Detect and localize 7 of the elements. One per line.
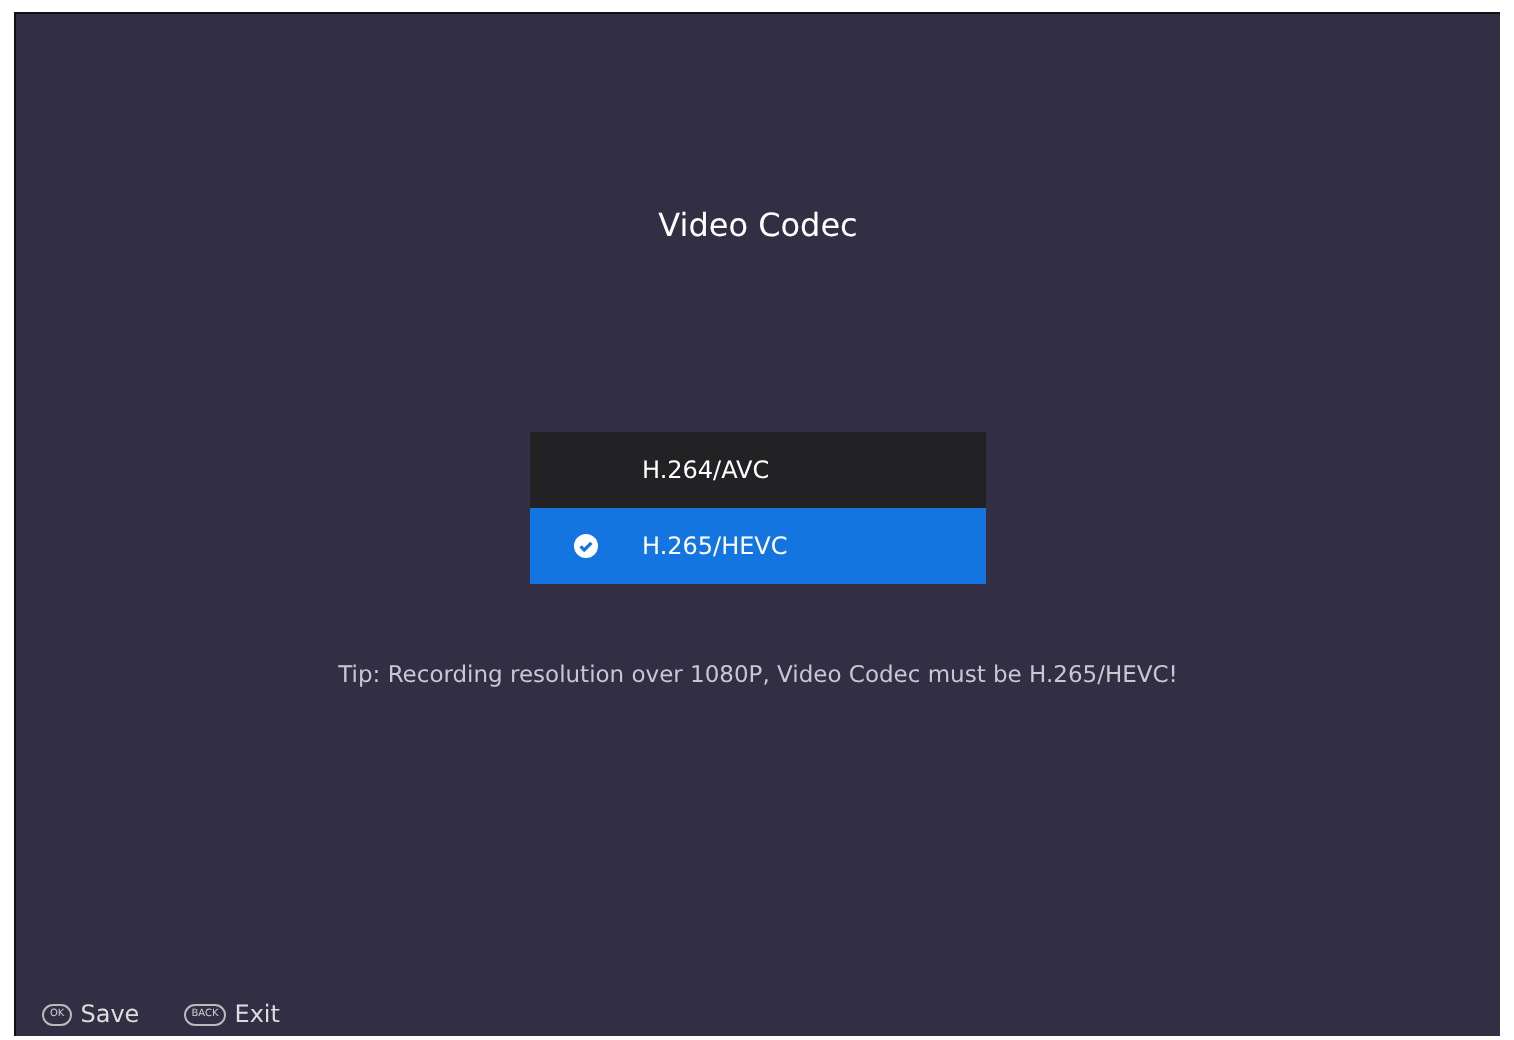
codec-option[interactable]: H.265/HEVC — [530, 508, 986, 584]
tip-text: Tip: Recording resolution over 1080P, Video Codec must be H.265/HEVC! — [338, 660, 1178, 688]
hint-label: Save — [80, 1000, 140, 1028]
check-circle-icon — [574, 534, 598, 558]
hint-label: Exit — [234, 1000, 280, 1028]
page-title: Video Codec — [658, 206, 858, 248]
codec-option[interactable]: H.264/AVC — [530, 432, 986, 508]
